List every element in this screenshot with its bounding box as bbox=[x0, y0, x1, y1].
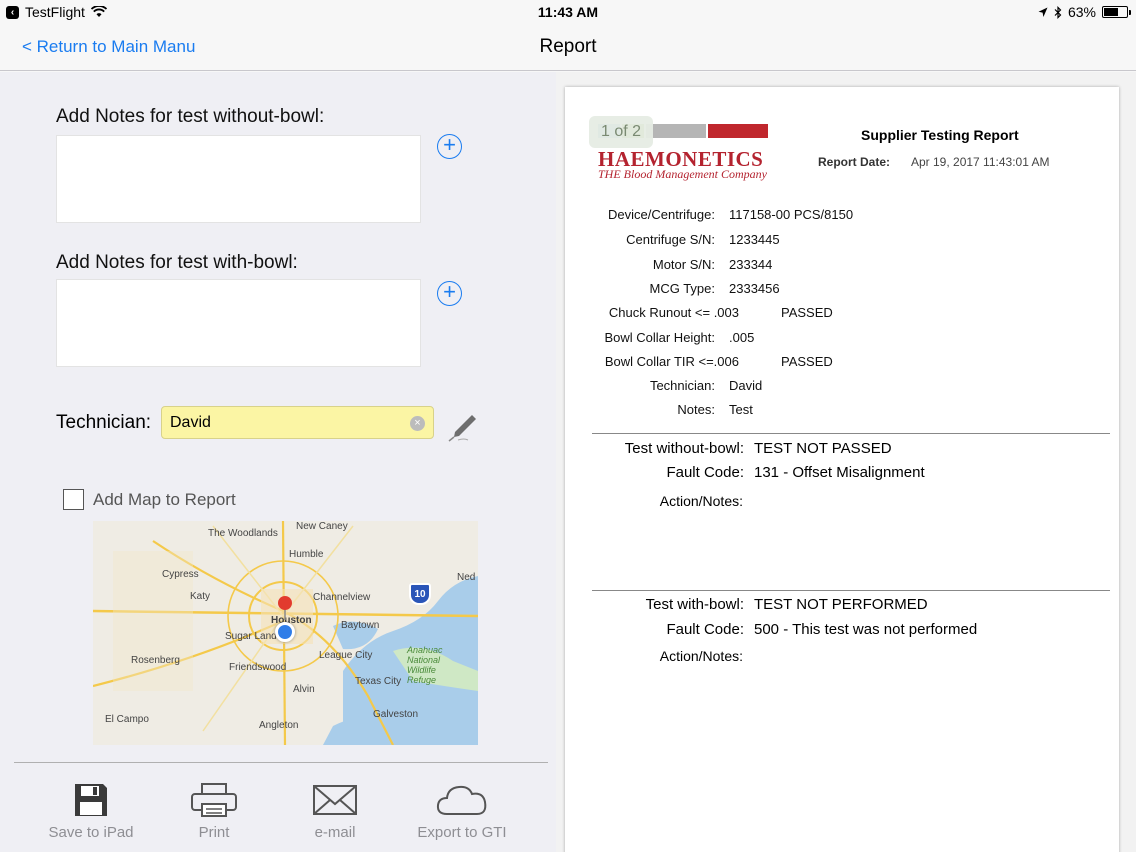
map-label-alvin: Alvin bbox=[293, 684, 315, 695]
field-label: Motor S/N: bbox=[652, 257, 715, 272]
report-date-value: Apr 19, 2017 11:43:01 AM bbox=[911, 155, 1050, 169]
with-bowl-fault-label: Fault Code: bbox=[666, 621, 744, 638]
field-label: Technician: bbox=[649, 378, 715, 393]
section-divider bbox=[592, 433, 1110, 434]
field-value: Test bbox=[729, 402, 753, 417]
map-label-channelview: Channelview bbox=[313, 592, 371, 603]
email-button[interactable]: e-mail bbox=[275, 782, 395, 841]
email-label: e-mail bbox=[314, 824, 356, 841]
with-bowl-action-label: Action/Notes: bbox=[659, 648, 743, 664]
page-title: Report bbox=[539, 36, 597, 57]
battery-icon bbox=[1102, 6, 1131, 18]
field-label: Bowl Collar TIR <=.006 bbox=[604, 354, 739, 369]
status-right: 63% bbox=[1038, 4, 1131, 20]
report-preview-pane[interactable]: HAEMONETICS THE Blood Management Company… bbox=[556, 72, 1136, 852]
save-to-ipad-button[interactable]: Save to iPad bbox=[31, 782, 151, 841]
map-label-league-city: League City bbox=[319, 650, 373, 661]
field-label: Bowl Collar Height: bbox=[604, 330, 715, 345]
add-map-checkbox[interactable] bbox=[63, 489, 84, 510]
report-options-pane: Add Notes for test without-bowl: + Add N… bbox=[0, 72, 556, 852]
add-note-with-bowl-button[interactable]: + bbox=[437, 281, 462, 306]
map-label-angleton: Angleton bbox=[259, 720, 299, 731]
signature-pen-icon[interactable] bbox=[446, 410, 480, 444]
field-label: MCG Type: bbox=[649, 281, 715, 296]
map-label-el-campo: El Campo bbox=[105, 714, 149, 725]
map-label-cypress: Cypress bbox=[162, 569, 199, 580]
printer-icon bbox=[191, 783, 237, 817]
notes-without-bowl-label: Add Notes for test without-bowl: bbox=[56, 106, 325, 127]
bluetooth-icon bbox=[1054, 5, 1062, 19]
export-to-gti-button[interactable]: Export to GTI bbox=[402, 782, 522, 841]
map-label-galveston: Galveston bbox=[373, 709, 419, 720]
export-to-gti-label: Export to GTI bbox=[417, 824, 507, 841]
clear-text-icon[interactable]: × bbox=[410, 416, 425, 431]
field-value: 2333456 bbox=[729, 281, 780, 296]
floppy-disk-icon bbox=[75, 784, 107, 816]
interstate-number: 10 bbox=[414, 589, 426, 600]
print-button[interactable]: Print bbox=[154, 782, 274, 841]
toolbar-divider bbox=[14, 762, 548, 763]
report-page: HAEMONETICS THE Blood Management Company… bbox=[565, 87, 1119, 852]
field-label: Notes: bbox=[677, 402, 715, 417]
field-label: Chuck Runout <= .003 bbox=[608, 305, 739, 320]
print-label: Print bbox=[198, 824, 230, 841]
status-bar: ‹ TestFlight 11:43 AM 63% bbox=[0, 0, 1136, 24]
map-label-ned: Ned bbox=[457, 572, 476, 583]
logo-bar bbox=[646, 124, 706, 138]
cloud-icon bbox=[436, 785, 487, 815]
save-to-ipad-label: Save to iPad bbox=[48, 824, 134, 841]
map-label-friendswood: Friendswood bbox=[229, 662, 287, 673]
map-label-katy: Katy bbox=[190, 591, 211, 602]
notes-without-bowl-field[interactable] bbox=[56, 135, 421, 223]
section-divider bbox=[592, 590, 1110, 591]
field-value: 233344 bbox=[729, 257, 773, 272]
add-note-without-bowl-button[interactable]: + bbox=[437, 134, 462, 159]
map-label-rosenberg: Rosenberg bbox=[131, 655, 180, 666]
map-label-humble: Humble bbox=[289, 549, 324, 560]
status-time: 11:43 AM bbox=[537, 4, 599, 20]
notes-with-bowl-field[interactable] bbox=[56, 279, 421, 367]
map-label-baytown: Baytown bbox=[341, 620, 380, 631]
field-value: PASSED bbox=[781, 305, 833, 320]
envelope-icon bbox=[313, 785, 357, 815]
map-label-the-woodlands: The Woodlands bbox=[208, 528, 278, 539]
location-map[interactable]: New Caney The Woodlands Humble Cypress K… bbox=[93, 521, 478, 745]
interstate-shield-icon: 10 bbox=[409, 583, 431, 605]
map-label-new-caney: New Caney bbox=[296, 521, 348, 532]
field-value: PASSED bbox=[781, 354, 833, 369]
field-value: 1233445 bbox=[729, 232, 780, 247]
report-date-label: Report Date: bbox=[818, 155, 891, 169]
without-bowl-fault-label: Fault Code: bbox=[666, 464, 744, 481]
without-bowl-fault-value: 131 - Offset Misalignment bbox=[754, 464, 925, 481]
notes-with-bowl-label: Add Notes for test with-bowl: bbox=[56, 252, 298, 273]
map-label-anahuac-refuge: Anahuac National Wildlife Refuge bbox=[407, 645, 443, 685]
without-bowl-result-value: TEST NOT PASSED bbox=[754, 440, 892, 457]
technician-label: Technician: bbox=[56, 412, 152, 433]
field-value: .005 bbox=[729, 330, 755, 345]
field-value: David bbox=[729, 378, 763, 393]
navigation-bar: < Return to Main Manu Report bbox=[0, 24, 1136, 71]
report-title: Supplier Testing Report bbox=[861, 127, 1019, 143]
with-bowl-fault-value: 500 - This test was not performed bbox=[754, 621, 978, 638]
with-bowl-result-value: TEST NOT PERFORMED bbox=[754, 596, 928, 613]
field-label: Centrifuge S/N: bbox=[626, 232, 715, 247]
technician-input[interactable]: David bbox=[161, 406, 434, 439]
without-bowl-result-label: Test without-bowl: bbox=[624, 440, 744, 457]
battery-percent: 63% bbox=[1067, 4, 1096, 20]
without-bowl-action-label: Action/Notes: bbox=[659, 493, 743, 509]
page-indicator-badge: 1 of 2 bbox=[589, 116, 653, 148]
battery-fill bbox=[1104, 8, 1118, 16]
add-map-label: Add Map to Report bbox=[93, 490, 236, 509]
logo-tagline: THE Blood Management Company bbox=[598, 167, 767, 181]
map-label-sugar-land: Sugar Land bbox=[225, 631, 277, 642]
field-value: 117158-00 PCS/8150 bbox=[729, 207, 854, 222]
current-location-icon[interactable] bbox=[275, 622, 295, 642]
map-label-texas-city: Texas City bbox=[355, 676, 402, 687]
field-label: Device/Centrifuge: bbox=[608, 207, 715, 222]
with-bowl-result-label: Test with-bowl: bbox=[645, 596, 744, 613]
location-arrow-icon bbox=[1038, 7, 1048, 17]
map-pin-icon[interactable] bbox=[276, 595, 294, 621]
logo-bar bbox=[708, 124, 768, 138]
